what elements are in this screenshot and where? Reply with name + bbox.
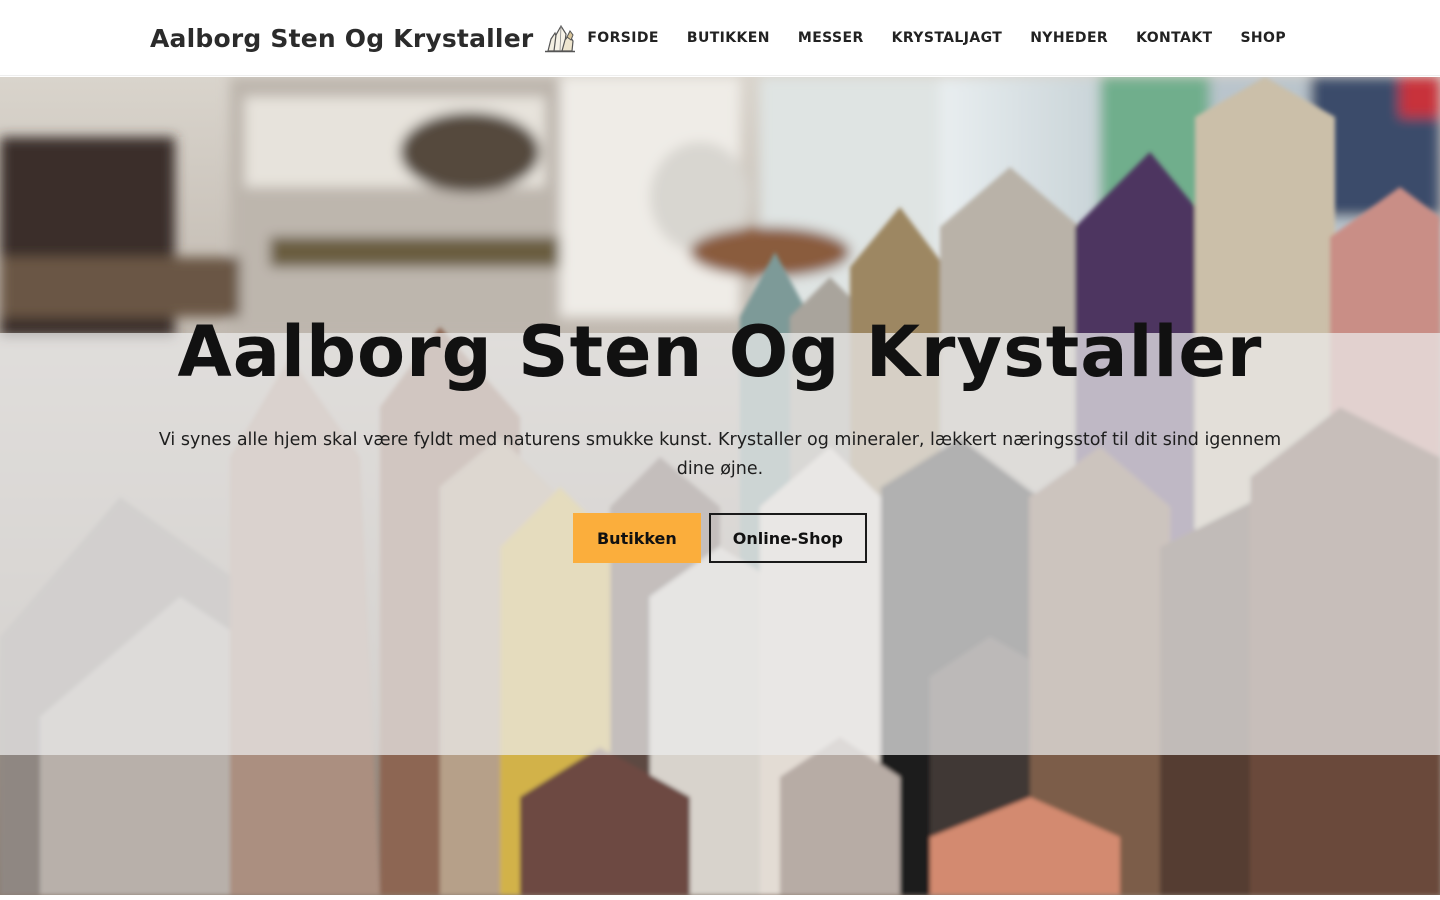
- site-header: Aalborg Sten Og Krystaller FORSIDE BUTIK…: [0, 0, 1440, 76]
- nav-item-butikken[interactable]: BUTIKKEN: [687, 30, 770, 46]
- hero-title: Aalborg Sten Og Krystaller: [177, 311, 1263, 393]
- online-shop-button[interactable]: Online-Shop: [708, 513, 867, 563]
- nav-item-shop[interactable]: SHOP: [1240, 30, 1286, 46]
- butikken-button[interactable]: Butikken: [572, 513, 701, 563]
- hero-description: Vi synes alle hjem skal være fyldt med n…: [158, 430, 1282, 479]
- nav-item-krystaljagt[interactable]: KRYSTALJAGT: [892, 30, 1003, 46]
- main-nav: FORSIDE BUTIKKEN MESSER KRYSTALJAGT NYHE…: [587, 26, 1286, 50]
- nav-item-messer[interactable]: MESSER: [798, 30, 864, 46]
- nav-item-forside[interactable]: FORSIDE: [587, 30, 659, 46]
- brand-title: Aalborg Sten Og Krystaller: [150, 23, 534, 53]
- crystal-cluster-icon: [545, 24, 576, 53]
- page-bottom-strip: [0, 895, 1440, 900]
- nav-item-nyheder[interactable]: NYHEDER: [1030, 30, 1108, 46]
- brand-link[interactable]: Aalborg Sten Og Krystaller: [150, 20, 577, 56]
- nav-item-kontakt[interactable]: KONTAKT: [1136, 30, 1212, 46]
- hero-buttons: Butikken Online-Shop: [0, 513, 1440, 563]
- hero-section: [0, 77, 1440, 895]
